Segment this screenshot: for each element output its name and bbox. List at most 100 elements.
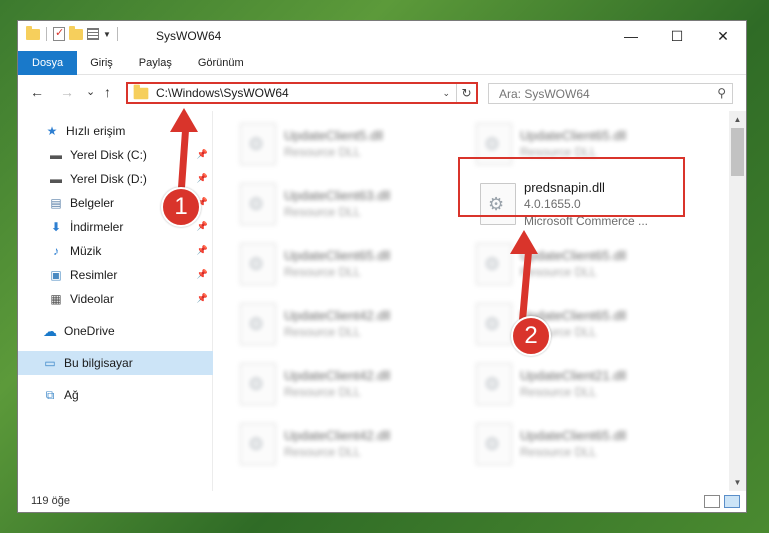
tiles-view-icon[interactable]: [724, 495, 740, 508]
file-name: UpdateClient21.dll: [520, 368, 627, 383]
pin-icon[interactable]: 📌: [197, 293, 208, 304]
drive-icon: ▬: [50, 148, 62, 162]
refresh-button[interactable]: ↻: [456, 84, 476, 102]
navigation-bar: ← → ⌄ ↑ C:\Windows\SysWOW64 ⌄ ↻ ⚲: [18, 76, 746, 110]
dll-file-icon: [240, 243, 276, 285]
file-name: UpdateClient65.dll: [284, 248, 391, 263]
sidebar-item-label: Videolar: [70, 292, 114, 306]
address-dropdown-icon[interactable]: ⌄: [442, 88, 450, 99]
address-path[interactable]: C:\Windows\SysWOW64: [156, 86, 442, 100]
search-box[interactable]: ⚲: [488, 83, 733, 104]
pin-icon[interactable]: 📌: [197, 245, 208, 256]
file-name: UpdateClient42.dll: [284, 428, 391, 443]
customize-dropdown-icon[interactable]: ▼: [103, 30, 111, 39]
tab-file[interactable]: Dosya: [18, 51, 78, 75]
scroll-up-icon[interactable]: ▲: [729, 111, 746, 128]
properties-icon[interactable]: [53, 26, 65, 41]
pin-icon[interactable]: 📌: [197, 221, 208, 232]
tab-view[interactable]: Görünüm: [185, 51, 257, 75]
folder-icon: [26, 25, 40, 40]
step-badge-2: 2: [511, 316, 551, 356]
file-description: Resource DLL: [284, 205, 361, 219]
file-description: Resource DLL: [284, 385, 361, 399]
status-bar: 119 öğe: [18, 491, 746, 512]
computer-icon: ▭: [44, 356, 56, 370]
file-name: UpdateClient42.dll: [284, 368, 391, 383]
back-button[interactable]: ←: [30, 84, 44, 100]
pin-icon[interactable]: 📌: [197, 173, 208, 184]
search-icon: ⚲: [717, 86, 726, 100]
dll-file-icon: [240, 123, 276, 165]
separator: [46, 27, 47, 41]
scroll-thumb[interactable]: [731, 128, 744, 176]
sidebar-item-network[interactable]: ⧉ Ağ: [18, 383, 213, 407]
scroll-down-icon[interactable]: ▼: [729, 474, 746, 491]
file-description: Resource DLL: [284, 325, 361, 339]
dll-file-icon: [476, 423, 512, 465]
tab-share[interactable]: Paylaş: [126, 51, 185, 75]
window-title: SysWOW64: [156, 29, 222, 43]
search-input[interactable]: [489, 84, 699, 103]
dll-file-icon: [240, 363, 276, 405]
recent-locations-button[interactable]: ⌄: [86, 85, 95, 98]
details-view-icon[interactable]: [704, 495, 720, 508]
dll-file-icon: [476, 243, 512, 285]
separator: [116, 27, 118, 41]
sidebar-item-pictures[interactable]: ▣ Resimler 📌: [18, 263, 213, 287]
file-tile[interactable]: UpdateClient21.dll Resource DLL: [476, 359, 711, 409]
file-tile[interactable]: UpdateClient65.dll Resource DLL: [476, 419, 711, 469]
download-icon: ⬇: [50, 220, 62, 234]
dll-file-icon: [240, 423, 276, 465]
folder-icon: [133, 84, 149, 99]
sidebar-item-label: Resimler: [70, 268, 118, 282]
maximize-button[interactable]: ☐: [654, 21, 700, 51]
sidebar-item-label: İndirmeler: [70, 220, 124, 234]
tab-home[interactable]: Giriş: [77, 51, 126, 75]
file-tile[interactable]: UpdateClient5.dll Resource DLL: [240, 119, 475, 169]
explorer-window: ▼ SysWOW64 — ☐ ✕ Dosya Giriş Paylaş Görü…: [17, 20, 747, 513]
sidebar-item-label: Yerel Disk (D:): [70, 172, 147, 186]
quick-access-toolbar: ▼: [26, 25, 120, 41]
new-folder-icon[interactable]: [69, 25, 83, 40]
file-name: UpdateClient5.dll: [284, 128, 384, 143]
view-switcher: [704, 495, 740, 508]
highlight-box: [458, 157, 685, 217]
ribbon-tabs: Dosya Giriş Paylaş Görünüm: [18, 51, 746, 75]
vertical-scrollbar[interactable]: ▲ ▼: [729, 111, 746, 491]
file-tile[interactable]: UpdateClient42.dll Resource DLL: [240, 419, 475, 469]
file-tile[interactable]: UpdateClient65.dll Resource DLL: [240, 239, 475, 289]
file-tile[interactable]: UpdateClient42.dll Resource DLL: [240, 299, 475, 349]
forward-button[interactable]: →: [60, 84, 74, 100]
sidebar-item-label: Yerel Disk (C:): [70, 148, 147, 162]
sidebar-item-music[interactable]: ♪ Müzik 📌: [18, 239, 213, 263]
videos-icon: ▦: [50, 292, 62, 306]
sidebar-item-this-pc[interactable]: ▭ Bu bilgisayar: [18, 351, 213, 375]
file-description: Resource DLL: [284, 265, 361, 279]
sidebar-item-videos[interactable]: ▦ Videolar 📌: [18, 287, 213, 311]
sidebar-item-label: Belgeler: [70, 196, 115, 210]
sidebar-item-label: Hızlı erişim: [66, 124, 126, 138]
file-tile[interactable]: UpdateClient63.dll Resource DLL: [240, 179, 475, 229]
up-button[interactable]: ↑: [104, 84, 111, 100]
callout-arrowhead-1: [170, 108, 198, 132]
sidebar-item-label: Ağ: [64, 388, 79, 402]
sidebar-item-onedrive[interactable]: ☁ OneDrive: [18, 319, 213, 343]
pin-icon[interactable]: 📌: [197, 269, 208, 280]
title-bar: ▼ SysWOW64 — ☐ ✕: [18, 21, 746, 51]
dll-file-icon: [240, 183, 276, 225]
file-name: UpdateClient65.dll: [520, 128, 627, 143]
minimize-button[interactable]: —: [608, 21, 654, 51]
sidebar-item-label: OneDrive: [64, 324, 115, 338]
pin-icon[interactable]: 📌: [197, 149, 208, 160]
drive-icon: ▬: [50, 172, 62, 186]
view-icon[interactable]: [87, 28, 99, 40]
dll-file-icon: [240, 303, 276, 345]
cloud-icon: ☁: [43, 322, 57, 339]
sidebar-item-label: Bu bilgisayar: [64, 356, 133, 370]
file-tile[interactable]: UpdateClient42.dll Resource DLL: [240, 359, 475, 409]
window-controls: — ☐ ✕: [608, 21, 746, 51]
address-bar[interactable]: C:\Windows\SysWOW64 ⌄ ↻: [126, 82, 478, 104]
close-button[interactable]: ✕: [700, 21, 746, 51]
item-count: 119 öğe: [31, 495, 70, 507]
file-description: Resource DLL: [520, 385, 597, 399]
